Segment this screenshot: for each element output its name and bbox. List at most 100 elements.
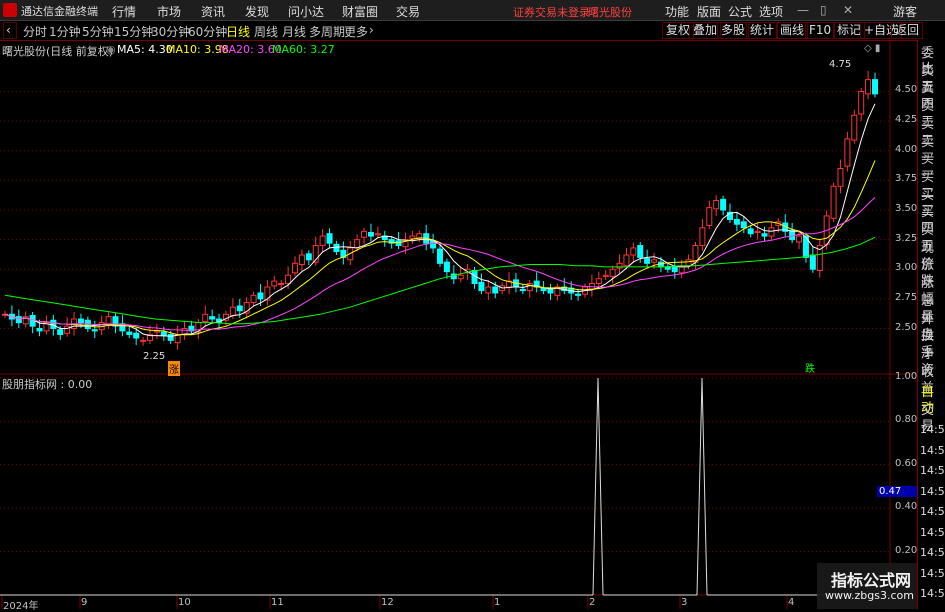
tick-time: 14:56 (920, 525, 945, 539)
candle-body (167, 333, 174, 341)
menu-layout[interactable]: 版面 (697, 3, 721, 20)
menu-news[interactable]: 资讯 (201, 3, 225, 20)
more-chevron-icon[interactable]: › (369, 23, 374, 37)
tick-time: 14:56 (920, 443, 945, 457)
indicator-tick: 0.80 (895, 414, 918, 426)
candle-body (305, 253, 312, 261)
period-more[interactable]: 更多 (344, 23, 368, 40)
indicator-spike (592, 377, 604, 596)
f10-button[interactable]: F10 (805, 22, 836, 39)
period-15min[interactable]: 15分钟 (114, 23, 153, 40)
back-arrow-icon[interactable]: ‹ (3, 22, 17, 39)
minimize-icon[interactable]: — (797, 3, 809, 17)
close-icon[interactable]: ✕ (843, 3, 853, 17)
guest-button[interactable]: 游客 (893, 3, 917, 20)
period-monthly[interactable]: 月线 (282, 23, 306, 40)
trade-login-status[interactable]: 证券交易未登录 (513, 4, 590, 20)
menu-function[interactable]: 功能 (665, 3, 689, 20)
date-tick: 11 (271, 597, 284, 608)
menu-discover[interactable]: 发现 (245, 3, 269, 20)
menu-market[interactable]: 市场 (157, 3, 181, 20)
tick-time: 14:56 (920, 423, 945, 436)
price-tick: 4.50 (895, 84, 918, 96)
menu-formula[interactable]: 公式 (728, 3, 752, 20)
stats-button[interactable]: 统计 (746, 22, 779, 39)
menu-ask[interactable]: 问小达 (288, 3, 324, 20)
candle-body (292, 262, 298, 274)
candle-body (809, 254, 816, 270)
candle-body (699, 227, 706, 247)
candle-body (91, 329, 98, 332)
candle-body (872, 79, 878, 95)
candle-body (540, 287, 547, 292)
watermark: 指标公式网 www.zbgs3.com (817, 563, 917, 609)
menu-quotes[interactable]: 行情 (112, 3, 136, 20)
candle-body (595, 278, 602, 284)
candle-body (298, 254, 305, 266)
period-daily[interactable]: 日线 (226, 23, 250, 40)
price-tick: 3.00 (895, 262, 918, 274)
kline-chart[interactable] (0, 40, 917, 609)
indicator-tick: 0.40 (895, 501, 918, 513)
quote-side-panel: 委比 卖五 卖四 卖三 卖二 卖一 买一 买二 买三 买四 买五 现价 涨跌 涨幅 总量 外盘 换手 净资 收益 自动… (917, 40, 945, 609)
period-multi[interactable]: 多周期 (309, 23, 345, 40)
date-tick: 2024年 (3, 601, 39, 612)
candle-body (609, 268, 616, 277)
fall-mark: 跌 (805, 364, 815, 375)
restore-icon[interactable]: ▯ (820, 3, 827, 17)
price-tick: 3.25 (895, 232, 918, 244)
date-tick: 12 (381, 597, 394, 608)
candle-body (361, 230, 368, 238)
candle-body (630, 247, 637, 256)
candle-body (754, 230, 761, 234)
period-60min[interactable]: 60分钟 (188, 23, 227, 40)
candle-body (623, 254, 630, 267)
candle-body (36, 328, 43, 332)
candle-body (278, 282, 285, 285)
multi-stock-button[interactable]: 多股 (717, 22, 750, 39)
candle-body (733, 218, 740, 225)
candle-body (678, 266, 685, 274)
date-tick: 10 (178, 597, 191, 608)
candle-body (374, 233, 381, 236)
period-5min[interactable]: 5分钟 (82, 23, 114, 40)
tick-time: 14:56 (920, 484, 945, 498)
indicator-tick: 1.00 (895, 371, 918, 382)
return-button[interactable]: 返回 (891, 22, 924, 39)
candle-body (796, 235, 803, 243)
menu-trade[interactable]: 交易 (396, 3, 420, 20)
candle-body (64, 325, 71, 334)
candle-body (133, 332, 140, 339)
indicator-tick: 0.60 (895, 457, 918, 469)
chart-settings-icon[interactable]: ◇ ▮ (864, 43, 880, 54)
candle-body (15, 316, 22, 324)
period-weekly[interactable]: 周线 (254, 23, 278, 40)
watermark-url: www.zbgs3.com (825, 589, 914, 602)
candle-body (485, 286, 492, 294)
candle-body (713, 200, 720, 210)
candle-body (602, 274, 609, 277)
candle-body (492, 286, 499, 294)
candle-body (326, 233, 333, 244)
candle-body (236, 305, 243, 312)
period-30min[interactable]: 30分钟 (151, 23, 190, 40)
menu-options[interactable]: 选项 (759, 3, 783, 20)
candle-body (851, 114, 858, 141)
menu-wealth[interactable]: 财富圈 (342, 3, 378, 20)
period-tick[interactable]: 分时 (23, 23, 47, 40)
title-bar: 通达信金融终端 行情 市场 资讯 发现 问小达 财富圈 交易 证券交易未登录 曙… (0, 0, 945, 21)
candle-body (575, 293, 582, 296)
ma5-line (4, 103, 876, 337)
watermark-title: 指标公式网 (831, 571, 912, 590)
period-toolbar: ‹ 分时 1分钟 5分钟 15分钟 30分钟 60分钟 日线 周线 月线 多周期… (0, 21, 945, 41)
candle-body (519, 288, 526, 292)
period-1min[interactable]: 1分钟 (49, 23, 81, 40)
draw-line-button[interactable]: 画线 (776, 22, 809, 39)
candle-body (761, 233, 768, 237)
candle-body (202, 313, 209, 322)
candle-body (740, 221, 747, 229)
tick-time: 14:56 (920, 464, 945, 477)
indicator-spike (696, 377, 708, 596)
indicator-series (0, 377, 890, 596)
candle-body (209, 316, 216, 320)
